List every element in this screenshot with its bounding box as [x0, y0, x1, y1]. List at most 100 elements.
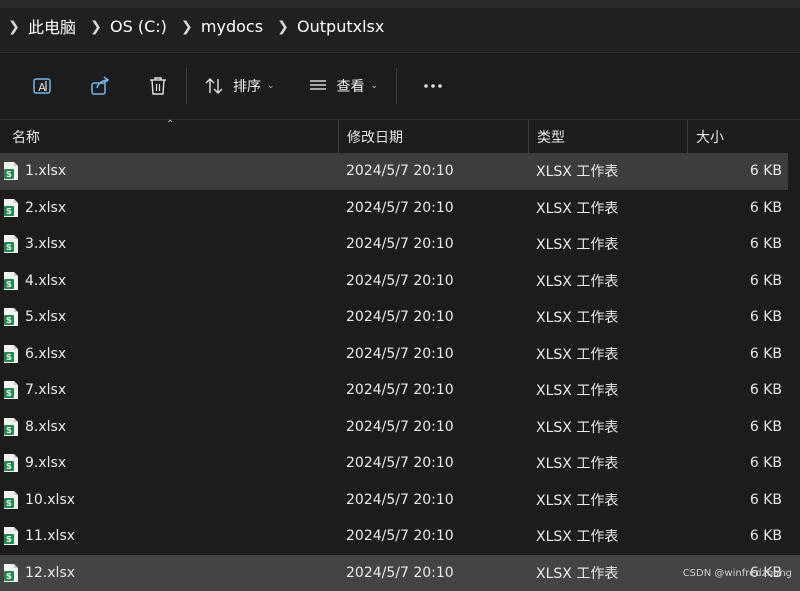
- file-row[interactable]: S 7.xlsx 2024/5/7 20:10 XLSX 工作表 6 KB: [0, 372, 800, 409]
- file-row[interactable]: S 6.xlsx 2024/5/7 20:10 XLSX 工作表 6 KB: [0, 336, 800, 373]
- toolbar-divider: [186, 68, 187, 104]
- file-size: 6 KB: [687, 273, 782, 289]
- column-date-label: 修改日期: [347, 127, 403, 147]
- file-size: 6 KB: [687, 455, 782, 471]
- view-icon: [307, 75, 329, 97]
- file-name: 12.xlsx: [25, 565, 75, 581]
- excel-file-icon: S: [3, 271, 19, 291]
- file-size: 6 KB: [687, 528, 782, 544]
- file-size: 6 KB: [687, 309, 782, 325]
- file-type: XLSX 工作表: [528, 417, 687, 437]
- rename-button[interactable]: A: [22, 66, 62, 106]
- view-button[interactable]: 查看 ⌄: [307, 66, 379, 106]
- breadcrumb-os-c[interactable]: OS (C:): [110, 17, 167, 36]
- file-date: 2024/5/7 20:10: [338, 382, 528, 398]
- file-name-cell: S 12.xlsx: [0, 563, 338, 583]
- file-size: 6 KB: [687, 346, 782, 362]
- breadcrumb-this-pc[interactable]: 此电脑: [28, 14, 76, 38]
- address-bar[interactable]: ❯ 此电脑 ❯ OS (C:) ❯ mydocs ❯ Outputxlsx: [0, 0, 800, 53]
- file-row[interactable]: S 2.xlsx 2024/5/7 20:10 XLSX 工作表 6 KB: [0, 190, 800, 227]
- excel-file-icon: S: [3, 307, 19, 327]
- file-row[interactable]: S 3.xlsx 2024/5/7 20:10 XLSX 工作表 6 KB: [0, 226, 800, 263]
- file-name-cell: S 5.xlsx: [0, 307, 338, 327]
- file-name: 1.xlsx: [25, 163, 66, 179]
- file-type: XLSX 工作表: [528, 526, 687, 546]
- excel-file-icon: S: [3, 161, 19, 181]
- svg-text:A: A: [38, 81, 46, 94]
- file-date: 2024/5/7 20:10: [338, 236, 528, 252]
- svg-text:S: S: [6, 389, 12, 398]
- file-date: 2024/5/7 20:10: [338, 419, 528, 435]
- file-type: XLSX 工作表: [528, 234, 687, 254]
- column-header-date[interactable]: 修改日期: [338, 120, 528, 153]
- column-name-label: 名称: [12, 127, 40, 147]
- file-size: 6 KB: [687, 382, 782, 398]
- excel-file-icon: S: [3, 198, 19, 218]
- file-size: 6 KB: [687, 200, 782, 216]
- file-row[interactable]: S 4.xlsx 2024/5/7 20:10 XLSX 工作表 6 KB: [0, 263, 800, 300]
- chevron-down-icon: ⌄: [267, 81, 275, 91]
- excel-file-icon: S: [3, 380, 19, 400]
- svg-text:S: S: [6, 462, 12, 471]
- column-header-name[interactable]: ⌃ 名称: [0, 120, 338, 153]
- file-name: 11.xlsx: [25, 528, 75, 544]
- excel-file-icon: S: [3, 526, 19, 546]
- chevron-right-icon[interactable]: ❯: [0, 19, 28, 35]
- breadcrumb-outputxlsx[interactable]: Outputxlsx: [297, 17, 384, 36]
- chevron-right-icon[interactable]: ❯: [82, 19, 110, 35]
- sort-button[interactable]: 排序 ⌄: [203, 66, 275, 106]
- column-header-size[interactable]: 大小: [687, 120, 800, 153]
- file-row[interactable]: S 9.xlsx 2024/5/7 20:10 XLSX 工作表 6 KB: [0, 445, 800, 482]
- svg-text:S: S: [6, 207, 12, 216]
- column-type-label: 类型: [537, 127, 565, 147]
- file-date: 2024/5/7 20:10: [338, 346, 528, 362]
- file-row[interactable]: S 12.xlsx 2024/5/7 20:10 XLSX 工作表 6 KB: [0, 555, 800, 591]
- breadcrumb-mydocs[interactable]: mydocs: [201, 17, 263, 36]
- share-icon: [89, 75, 111, 97]
- file-date: 2024/5/7 20:10: [338, 163, 528, 179]
- file-name-cell: S 6.xlsx: [0, 344, 338, 364]
- file-row[interactable]: S 5.xlsx 2024/5/7 20:10 XLSX 工作表 6 KB: [0, 299, 800, 336]
- file-name: 6.xlsx: [25, 346, 66, 362]
- file-row[interactable]: S 11.xlsx 2024/5/7 20:10 XLSX 工作表 6 KB: [0, 518, 800, 555]
- file-name-cell: S 1.xlsx: [0, 161, 338, 181]
- sort-ascending-icon: ⌃: [166, 119, 174, 130]
- excel-file-icon: S: [3, 344, 19, 364]
- file-row[interactable]: S 8.xlsx 2024/5/7 20:10 XLSX 工作表 6 KB: [0, 409, 800, 446]
- svg-text:S: S: [6, 535, 12, 544]
- excel-file-icon: S: [3, 453, 19, 473]
- file-date: 2024/5/7 20:10: [338, 273, 528, 289]
- svg-text:S: S: [6, 353, 12, 362]
- file-name-cell: S 3.xlsx: [0, 234, 338, 254]
- more-options-button[interactable]: [413, 66, 453, 106]
- title-strip: [0, 0, 800, 8]
- rename-icon: A: [31, 75, 53, 97]
- trash-icon: [147, 75, 169, 97]
- sort-label: 排序: [233, 76, 261, 96]
- file-size: 6 KB: [687, 163, 782, 179]
- file-name-cell: S 8.xlsx: [0, 417, 338, 437]
- file-size: 6 KB: [687, 236, 782, 252]
- file-type: XLSX 工作表: [528, 307, 687, 327]
- file-name: 10.xlsx: [25, 492, 75, 508]
- file-name-cell: S 10.xlsx: [0, 490, 338, 510]
- share-button[interactable]: [80, 66, 120, 106]
- chevron-right-icon[interactable]: ❯: [173, 19, 201, 35]
- chevron-right-icon[interactable]: ❯: [269, 19, 297, 35]
- file-type: XLSX 工作表: [528, 490, 687, 510]
- file-date: 2024/5/7 20:10: [338, 528, 528, 544]
- file-row[interactable]: S 10.xlsx 2024/5/7 20:10 XLSX 工作表 6 KB: [0, 482, 800, 519]
- svg-text:S: S: [6, 499, 12, 508]
- toolbar-divider: [396, 68, 397, 104]
- file-name-cell: S 11.xlsx: [0, 526, 338, 546]
- file-name: 5.xlsx: [25, 309, 66, 325]
- file-date: 2024/5/7 20:10: [338, 309, 528, 325]
- file-row[interactable]: S 1.xlsx 2024/5/7 20:10 XLSX 工作表 6 KB: [0, 153, 788, 190]
- file-type: XLSX 工作表: [528, 344, 687, 364]
- delete-button[interactable]: [138, 66, 178, 106]
- svg-text:S: S: [6, 243, 12, 252]
- file-type: XLSX 工作表: [528, 380, 687, 400]
- column-header-type[interactable]: 类型: [528, 120, 687, 153]
- file-type: XLSX 工作表: [528, 563, 687, 583]
- svg-text:S: S: [6, 316, 12, 325]
